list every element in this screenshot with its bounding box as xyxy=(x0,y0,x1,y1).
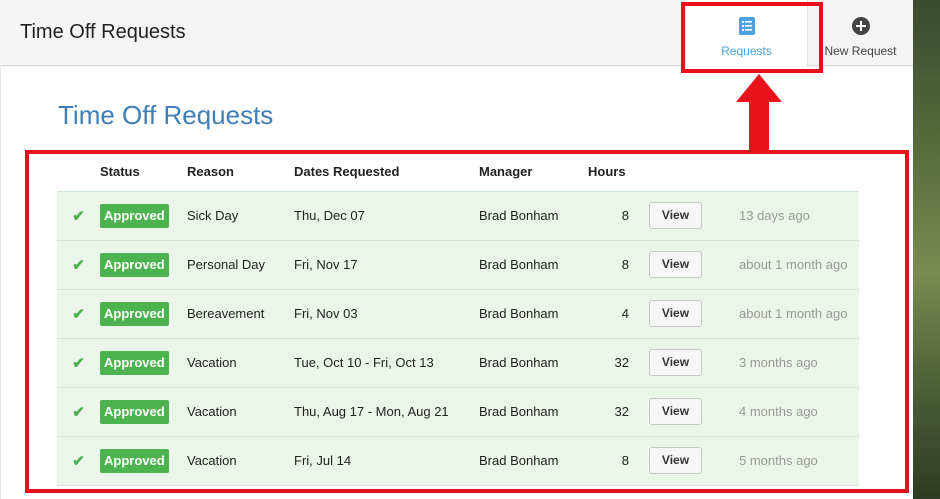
tab-new-request[interactable]: New Request xyxy=(808,0,913,66)
app-title: Time Off Requests xyxy=(20,21,186,43)
annotation-tab-highlight xyxy=(681,2,823,73)
annotation-arrow-icon xyxy=(736,74,782,152)
plus-circle-icon xyxy=(851,17,870,35)
annotation-table-highlight xyxy=(25,150,909,493)
tab-new-request-label: New Request xyxy=(824,44,897,58)
app-window: Time Off Requests Requests New Request T… xyxy=(0,0,913,499)
page-title: Time Off Requests xyxy=(58,100,274,130)
background-window-strip xyxy=(913,0,940,499)
